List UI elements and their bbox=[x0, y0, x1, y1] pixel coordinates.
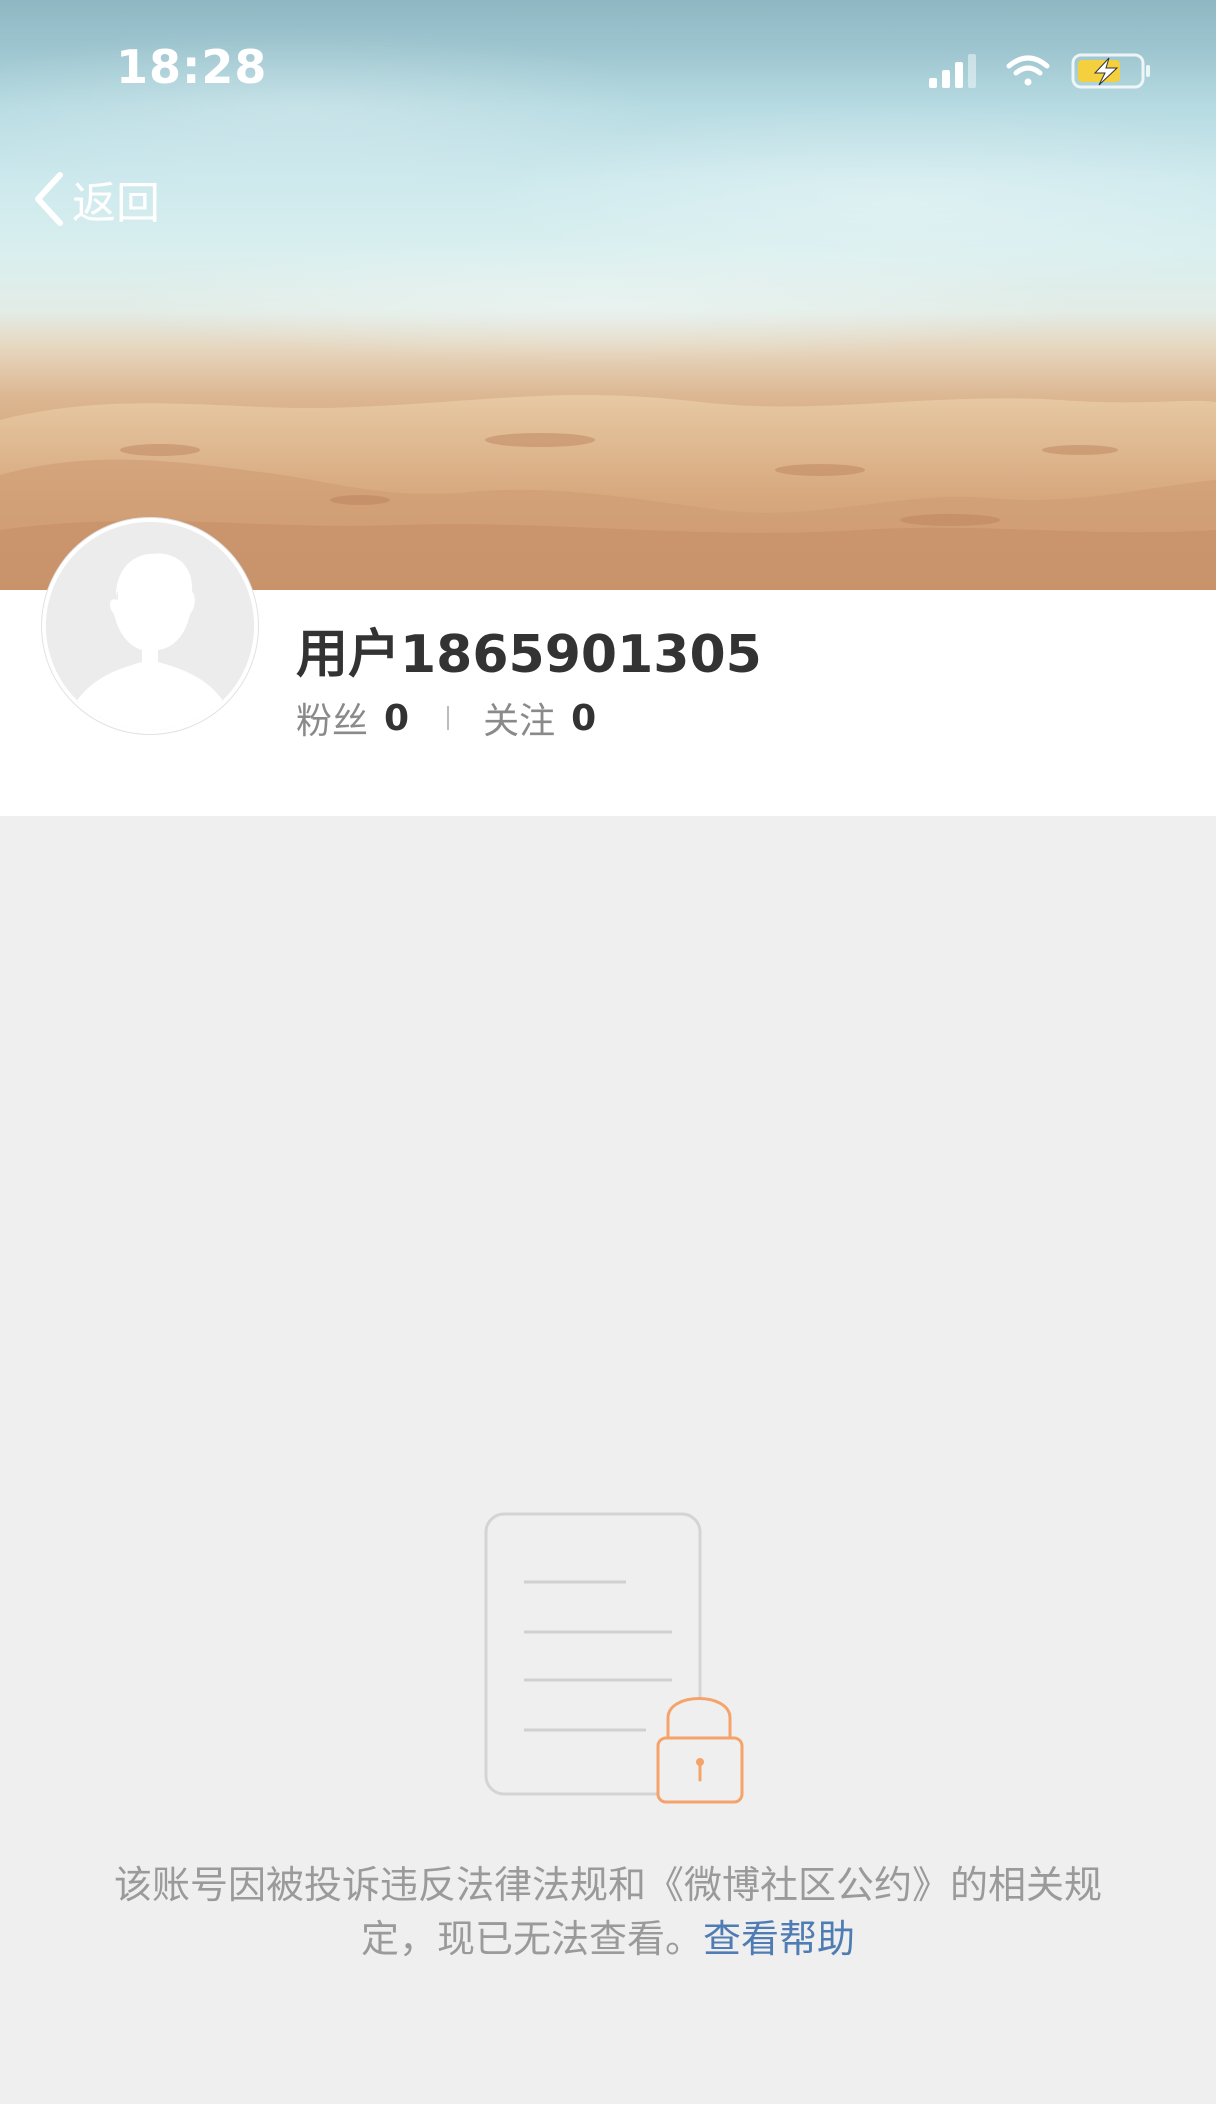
followers-count: 0 bbox=[384, 697, 410, 739]
restriction-message: 该账号因被投诉违反法律法规和《微博社区公约》的相关规定，现已无法查看。 bbox=[113, 1863, 1102, 1961]
following-count: 0 bbox=[571, 697, 597, 739]
followers-stat[interactable]: 粉丝 0 bbox=[296, 692, 409, 744]
battery-charging-icon bbox=[1071, 53, 1150, 89]
following-stat[interactable]: 关注 0 bbox=[483, 692, 596, 744]
stats-divider bbox=[447, 706, 450, 730]
lock-icon bbox=[656, 1697, 744, 1804]
restriction-notice: 该账号因被投诉违反法律法规和《微博社区公约》的相关规定，现已无法查看。查看帮助 bbox=[110, 1858, 1106, 1966]
chevron-left-icon bbox=[35, 172, 63, 226]
status-time: 18:28 bbox=[116, 40, 268, 94]
signal-icon bbox=[929, 54, 976, 88]
followers-label: 粉丝 bbox=[296, 701, 369, 742]
back-label: 返回 bbox=[72, 178, 160, 229]
default-avatar-icon bbox=[46, 522, 254, 730]
username: 用户1865901305 bbox=[296, 625, 762, 685]
profile-screen: 18:28 返回 用户1865901305 粉丝 0 关注 0 该账号因被投诉违… bbox=[0, 0, 1216, 2104]
profile-stats: 粉丝 0 关注 0 bbox=[296, 692, 596, 744]
wifi-icon bbox=[1006, 55, 1050, 86]
help-link[interactable]: 查看帮助 bbox=[703, 1917, 855, 1961]
back-button[interactable]: 返回 bbox=[30, 164, 160, 234]
locked-document-icon bbox=[484, 1512, 744, 1804]
following-label: 关注 bbox=[483, 701, 556, 742]
avatar[interactable] bbox=[42, 518, 258, 734]
status-icons bbox=[929, 53, 1150, 89]
